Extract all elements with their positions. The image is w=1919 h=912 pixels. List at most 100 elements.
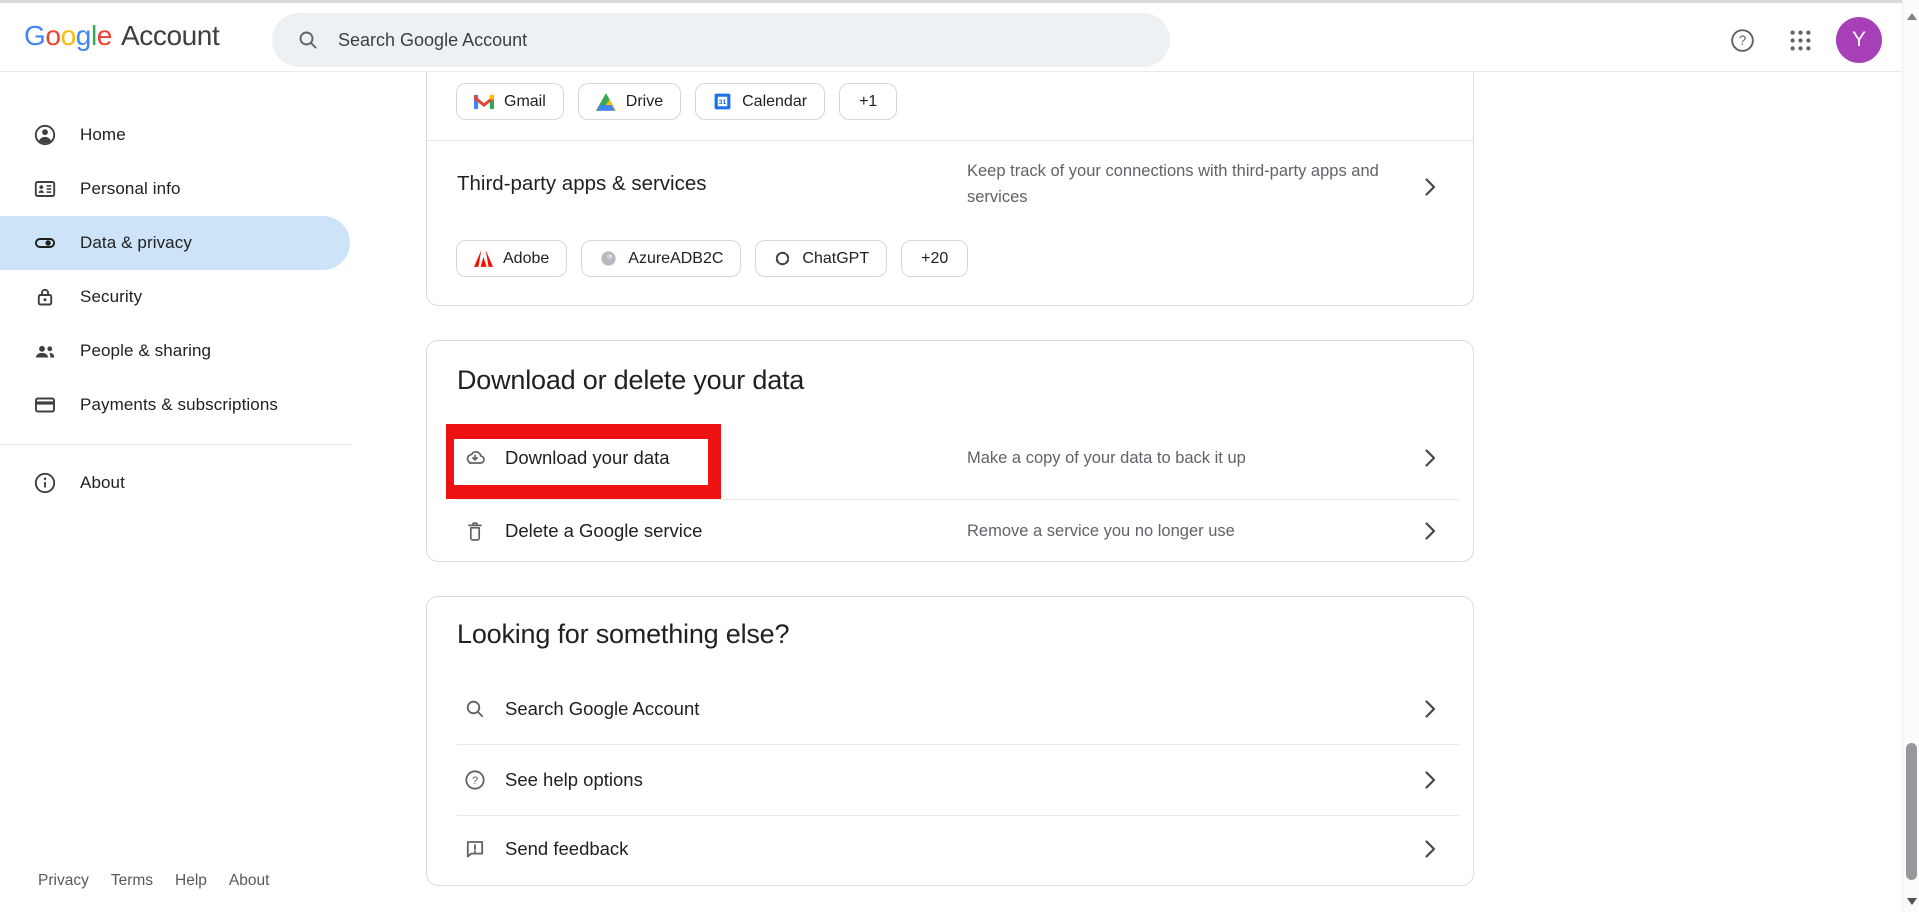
row-label: Delete a Google service bbox=[505, 520, 702, 542]
chip-label: +20 bbox=[921, 250, 948, 268]
search-icon bbox=[463, 697, 487, 721]
trash-icon bbox=[463, 519, 487, 543]
footer-link-privacy[interactable]: Privacy bbox=[38, 872, 89, 890]
avatar-letter: Y bbox=[1852, 28, 1866, 52]
svg-text:31: 31 bbox=[719, 99, 727, 106]
sidebar-item-label: Payments & subscriptions bbox=[80, 395, 278, 415]
info-icon bbox=[33, 471, 57, 495]
row-download-your-data[interactable]: Download your data Make a copy of your d… bbox=[427, 417, 1473, 499]
chevron-right-icon bbox=[1417, 445, 1443, 471]
sidebar-item-home[interactable]: Home bbox=[0, 108, 350, 162]
scroll-up-arrow-icon[interactable] bbox=[1907, 13, 1917, 20]
sidebar-item-label: Data & privacy bbox=[80, 233, 192, 253]
row-search-google-account[interactable]: Search Google Account bbox=[427, 673, 1473, 744]
window-top-edge bbox=[0, 0, 1919, 3]
scrollbar-thumb[interactable] bbox=[1906, 743, 1917, 880]
search-icon bbox=[296, 28, 320, 52]
sidebar-item-label: Home bbox=[80, 125, 126, 145]
scrollbar[interactable] bbox=[1902, 0, 1919, 912]
sidebar-item-people-sharing[interactable]: People & sharing bbox=[0, 324, 350, 378]
card-download-delete: Download or delete your data Download yo… bbox=[426, 340, 1474, 562]
third-party-row-title: Third-party apps & services bbox=[457, 172, 707, 196]
row-label: Download your data bbox=[505, 447, 670, 469]
card-divider bbox=[427, 140, 1473, 141]
chip-more-apps[interactable]: +20 bbox=[901, 240, 968, 277]
people-icon bbox=[33, 339, 57, 363]
feedback-icon bbox=[463, 837, 487, 861]
sidebar-item-label: About bbox=[80, 473, 125, 493]
lock-icon bbox=[33, 285, 57, 309]
google-account-logo[interactable]: Google Account bbox=[24, 0, 219, 72]
sidebar-item-label: People & sharing bbox=[80, 341, 211, 361]
chip-drive[interactable]: Drive bbox=[578, 83, 681, 120]
credit-card-icon bbox=[33, 393, 57, 417]
sidebar-item-label: Personal info bbox=[80, 179, 181, 199]
logo-letter: G bbox=[24, 20, 45, 51]
row-label: See help options bbox=[505, 769, 643, 791]
row-see-help-options[interactable]: ? See help options bbox=[427, 745, 1473, 815]
sidebar-item-personal-info[interactable]: Personal info bbox=[0, 162, 350, 216]
search-bar[interactable] bbox=[272, 13, 1170, 67]
chip-label: Drive bbox=[626, 93, 663, 111]
chevron-right-icon bbox=[1417, 696, 1443, 722]
toggle-icon bbox=[33, 231, 57, 255]
scroll-down-arrow-icon[interactable] bbox=[1907, 898, 1917, 905]
gmail-icon bbox=[474, 94, 494, 110]
chip-calendar[interactable]: 31 Calendar bbox=[695, 83, 825, 120]
adobe-icon bbox=[474, 250, 493, 267]
chip-label: +1 bbox=[859, 93, 877, 111]
third-party-apps-chips: Adobe AzureADB2C ChatGPT +20 bbox=[456, 240, 968, 277]
header: Google Account ? Y bbox=[0, 0, 1902, 72]
third-party-row-description: Keep track of your connections with thir… bbox=[967, 158, 1407, 210]
logo-product-name: Account bbox=[121, 20, 219, 52]
calendar-icon: 31 bbox=[713, 92, 732, 111]
avatar[interactable]: Y bbox=[1836, 17, 1882, 63]
drive-icon bbox=[596, 93, 616, 111]
logo-letter: o bbox=[61, 20, 76, 51]
svg-text:?: ? bbox=[1739, 33, 1747, 48]
search-input[interactable] bbox=[338, 30, 1038, 51]
chip-more-services[interactable]: +1 bbox=[839, 83, 897, 120]
home-account-icon bbox=[33, 123, 57, 147]
row-description: Remove a service you no longer use bbox=[967, 518, 1407, 544]
row-send-feedback[interactable]: Send feedback bbox=[427, 816, 1473, 882]
footer-links: Privacy Terms Help About bbox=[38, 872, 269, 890]
chevron-right-icon bbox=[1417, 518, 1443, 544]
sidebar-item-about[interactable]: About bbox=[0, 456, 350, 510]
chevron-right-icon bbox=[1417, 767, 1443, 793]
card-title: Download or delete your data bbox=[457, 365, 804, 396]
apps-grid-icon[interactable] bbox=[1787, 27, 1814, 54]
chip-gmail[interactable]: Gmail bbox=[456, 83, 564, 120]
sidebar-item-payments[interactable]: Payments & subscriptions bbox=[0, 378, 350, 432]
help-icon[interactable]: ? bbox=[1729, 27, 1756, 54]
sidebar-item-label: Security bbox=[80, 287, 142, 307]
chip-label: Gmail bbox=[504, 93, 546, 111]
sidebar-divider bbox=[0, 444, 352, 445]
chip-label: Adobe bbox=[503, 250, 549, 268]
chip-label: Calendar bbox=[742, 93, 807, 111]
row-description: Make a copy of your data to back it up bbox=[967, 445, 1407, 471]
logo-letter: e bbox=[97, 20, 112, 51]
footer-link-about[interactable]: About bbox=[229, 872, 270, 890]
row-label: Search Google Account bbox=[505, 698, 699, 720]
cloud-download-icon bbox=[463, 446, 487, 470]
chip-azureadb2c[interactable]: AzureADB2C bbox=[581, 240, 741, 277]
card-title: Looking for something else? bbox=[457, 619, 789, 650]
row-label: Send feedback bbox=[505, 838, 628, 860]
chip-adobe[interactable]: Adobe bbox=[456, 240, 567, 277]
chip-chatgpt[interactable]: ChatGPT bbox=[755, 240, 887, 277]
chip-label: ChatGPT bbox=[802, 250, 869, 268]
footer-link-terms[interactable]: Terms bbox=[111, 872, 153, 890]
sidebar-item-security[interactable]: Security bbox=[0, 270, 350, 324]
chevron-right-icon[interactable] bbox=[1417, 174, 1443, 200]
chip-label: AzureADB2C bbox=[628, 250, 723, 268]
google-services-chips: Gmail Drive 31 Calendar +1 bbox=[456, 83, 897, 120]
sidebar: Home Personal info Data & privacy Securi… bbox=[0, 72, 352, 510]
chatgpt-openai-icon bbox=[773, 249, 792, 268]
logo-letter: g bbox=[76, 20, 91, 51]
sidebar-item-data-privacy[interactable]: Data & privacy bbox=[0, 216, 350, 270]
row-delete-google-service[interactable]: Delete a Google service Remove a service… bbox=[427, 500, 1473, 562]
footer-link-help[interactable]: Help bbox=[175, 872, 207, 890]
azureadb2c-icon bbox=[599, 249, 618, 268]
google-account-page: Google Account ? Y bbox=[0, 0, 1919, 912]
